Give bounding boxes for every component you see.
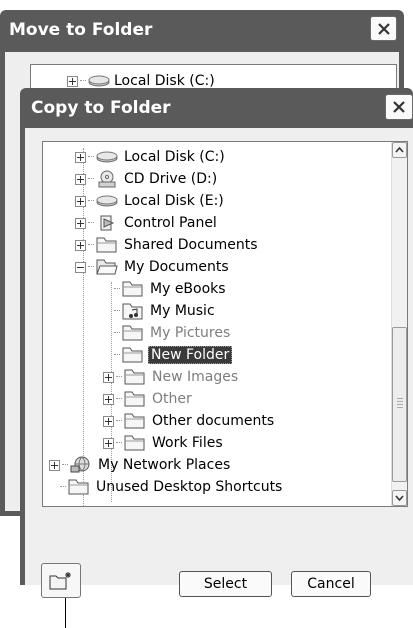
tree-item[interactable]: My Pictures <box>103 322 232 344</box>
control-panel-icon <box>96 214 118 232</box>
expand-icon[interactable] <box>75 217 86 229</box>
scroll-thumb[interactable] <box>392 327 407 482</box>
folder-icon <box>124 412 146 430</box>
tree-item-label: Control Panel <box>124 215 217 231</box>
move-to-folder-close-button[interactable] <box>370 16 397 41</box>
tree-item[interactable]: My Music <box>103 300 217 322</box>
expand-icon[interactable] <box>67 75 78 87</box>
tree-item[interactable]: Local Disk (C:) <box>75 146 227 168</box>
tree-item-label: My Pictures <box>150 325 231 341</box>
expand-icon[interactable] <box>49 459 60 471</box>
scroll-up-button[interactable] <box>392 142 407 158</box>
expand-icon[interactable] <box>75 151 86 163</box>
select-button[interactable]: Select <box>179 571 272 597</box>
tree-item-label: My Network Places <box>98 457 231 473</box>
expand-icon[interactable] <box>103 393 114 405</box>
folder-icon <box>122 324 144 342</box>
cancel-button[interactable]: Cancel <box>291 571 371 597</box>
tree-item-label: Work Files <box>152 435 223 451</box>
tree-item-label: Local Disk (C:) <box>124 149 225 165</box>
folder-tree[interactable]: Local Disk (C:) CD Drive (D:) Local Disk (… <box>42 141 408 507</box>
chevron-up-icon <box>395 147 404 153</box>
tree-item-label: Other documents <box>152 413 275 429</box>
expand-icon[interactable] <box>75 195 86 207</box>
expand-icon[interactable] <box>103 371 114 383</box>
tree-item[interactable]: Control Panel <box>75 212 219 234</box>
folder-icon <box>68 478 90 496</box>
tree-item-label: My Documents <box>124 259 229 275</box>
tree-item[interactable]: Other documents <box>103 410 276 432</box>
tree-item[interactable]: Shared Documents <box>75 234 260 256</box>
close-icon <box>377 22 390 35</box>
expand-icon[interactable] <box>75 239 86 251</box>
folder-icon <box>122 346 144 364</box>
tree-item-label: My eBooks <box>150 281 226 297</box>
copy-to-folder-title: Copy to Folder <box>31 98 171 118</box>
tree-item[interactable]: Local Disk (E:) <box>75 190 226 212</box>
folder-icon <box>122 280 144 298</box>
music-folder-icon <box>122 302 144 320</box>
callout-line <box>65 598 66 628</box>
hard-drive-icon <box>96 192 118 210</box>
tree-item-label: New Folder <box>148 346 233 364</box>
tree-item-label: Local Disk (C:) <box>114 73 215 89</box>
folder-icon <box>124 434 146 452</box>
tree-item[interactable]: New Images <box>103 366 240 388</box>
tree-item-label: Other <box>152 391 192 407</box>
tree-item-label: Local Disk (E:) <box>124 193 224 209</box>
cd-drive-icon <box>96 170 118 188</box>
tree-item-label: CD Drive (D:) <box>124 171 218 187</box>
expand-icon[interactable] <box>75 173 86 185</box>
copy-to-folder-close-button[interactable] <box>385 94 413 120</box>
copy-to-folder-dialog: Copy to Folder Local Disk (C:) CD Drive (… <box>20 88 413 628</box>
tree-item-label: Shared Documents <box>124 237 258 253</box>
tree-item-label: My Music <box>150 303 215 319</box>
folder-open-icon <box>96 258 118 276</box>
tree-item[interactable]: CD Drive (D:) <box>75 168 219 190</box>
tree-item-label: New Images <box>152 369 239 385</box>
folder-icon <box>124 368 146 386</box>
expand-icon[interactable] <box>103 415 114 427</box>
new-folder-icon <box>49 571 71 589</box>
tree-item-label: Unused Desktop Shortcuts <box>96 479 283 495</box>
expand-icon[interactable] <box>103 437 114 449</box>
tree-item[interactable]: My Network Places <box>49 454 232 476</box>
move-to-folder-title: Move to Folder <box>9 20 153 40</box>
close-icon <box>393 101 405 113</box>
tree-item[interactable]: Work Files <box>103 432 225 454</box>
tree-item[interactable]: New Folder <box>103 344 233 366</box>
tree-item[interactable]: My Documents <box>75 256 231 278</box>
tree-item[interactable]: Unused Desktop Shortcuts <box>49 476 284 498</box>
tree-scrollbar[interactable] <box>391 142 407 506</box>
tree-item[interactable]: Other <box>103 388 194 410</box>
hard-drive-icon <box>96 148 118 166</box>
folder-icon <box>124 390 146 408</box>
make-new-folder-button[interactable] <box>41 563 81 598</box>
folder-icon <box>96 236 118 254</box>
chevron-down-icon <box>395 495 404 501</box>
copy-to-folder-client: Local Disk (C:) CD Drive (D:) Local Disk (… <box>25 128 413 628</box>
tree-item[interactable]: My eBooks <box>103 278 228 300</box>
scroll-down-button[interactable] <box>392 490 407 506</box>
collapse-icon[interactable] <box>75 261 86 273</box>
network-places-icon <box>70 456 92 474</box>
